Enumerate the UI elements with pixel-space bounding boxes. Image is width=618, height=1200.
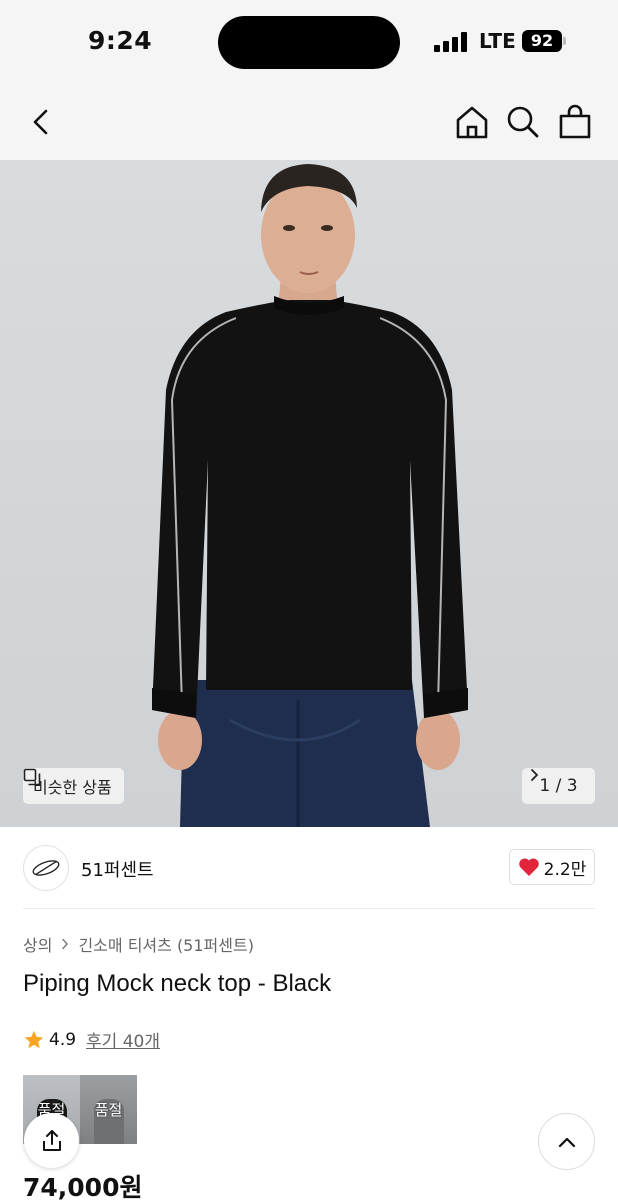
rating-row: 4.9 후기 40개 (23, 1027, 160, 1052)
dynamic-island (218, 16, 400, 69)
similar-products-label: 비슷한 상품 (33, 778, 112, 797)
rating-value: 4.9 (49, 1029, 77, 1050)
breadcrumb: 상의 긴소매 티셔츠 (51퍼센트) (23, 932, 254, 956)
similar-products-button[interactable]: 비슷한 상품 (23, 768, 124, 804)
product-photo (152, 164, 468, 827)
home-icon[interactable] (452, 102, 492, 142)
brand-name[interactable]: 51퍼센트 (81, 856, 154, 882)
breadcrumb-category[interactable]: 상의 (23, 932, 52, 956)
network-type: LTE (479, 29, 516, 53)
sold-out-badge: 품절 (94, 1101, 123, 1119)
share-button[interactable] (24, 1113, 79, 1168)
status-time: 9:24 (88, 26, 153, 55)
product-image[interactable]: 비슷한 상품 1 / 3 (0, 160, 618, 827)
product-price: 74,000원 (23, 1173, 143, 1200)
brand-logo[interactable] (23, 845, 69, 891)
breadcrumb-subcategory[interactable]: 긴소매 티셔츠 (51퍼센트) (78, 932, 254, 956)
battery-tip (563, 37, 566, 45)
scroll-top-button[interactable] (538, 1113, 595, 1170)
image-counter-button[interactable]: 1 / 3 (522, 768, 595, 804)
search-icon[interactable] (503, 102, 543, 142)
chevron-right-icon (531, 769, 538, 781)
color-option-thumbnail[interactable]: 품절 (80, 1075, 137, 1144)
reviews-link[interactable]: 후기 40개 (86, 1027, 160, 1052)
star-icon (24, 1030, 44, 1048)
image-counter: 1 / 3 (539, 776, 578, 796)
battery-icon: 92 (522, 30, 562, 52)
product-title: Piping Mock neck top - Black (23, 970, 332, 997)
top-nav (0, 84, 618, 160)
chevron-left-icon[interactable] (22, 102, 62, 142)
brand-row: 51퍼센트 2.2만 (0, 827, 618, 909)
status-bar: 9:24 LTE 92 (0, 0, 618, 84)
divider (23, 908, 595, 909)
chevron-up-icon (558, 1137, 575, 1147)
heart-icon (518, 858, 539, 876)
chevron-right-icon (62, 938, 69, 950)
signal-icon (434, 32, 468, 52)
like-button[interactable]: 2.2만 (509, 849, 595, 885)
shopping-bag-icon[interactable] (555, 102, 595, 142)
similar-items-icon (23, 768, 41, 786)
like-count: 2.2만 (543, 859, 587, 880)
share-icon (42, 1129, 61, 1151)
